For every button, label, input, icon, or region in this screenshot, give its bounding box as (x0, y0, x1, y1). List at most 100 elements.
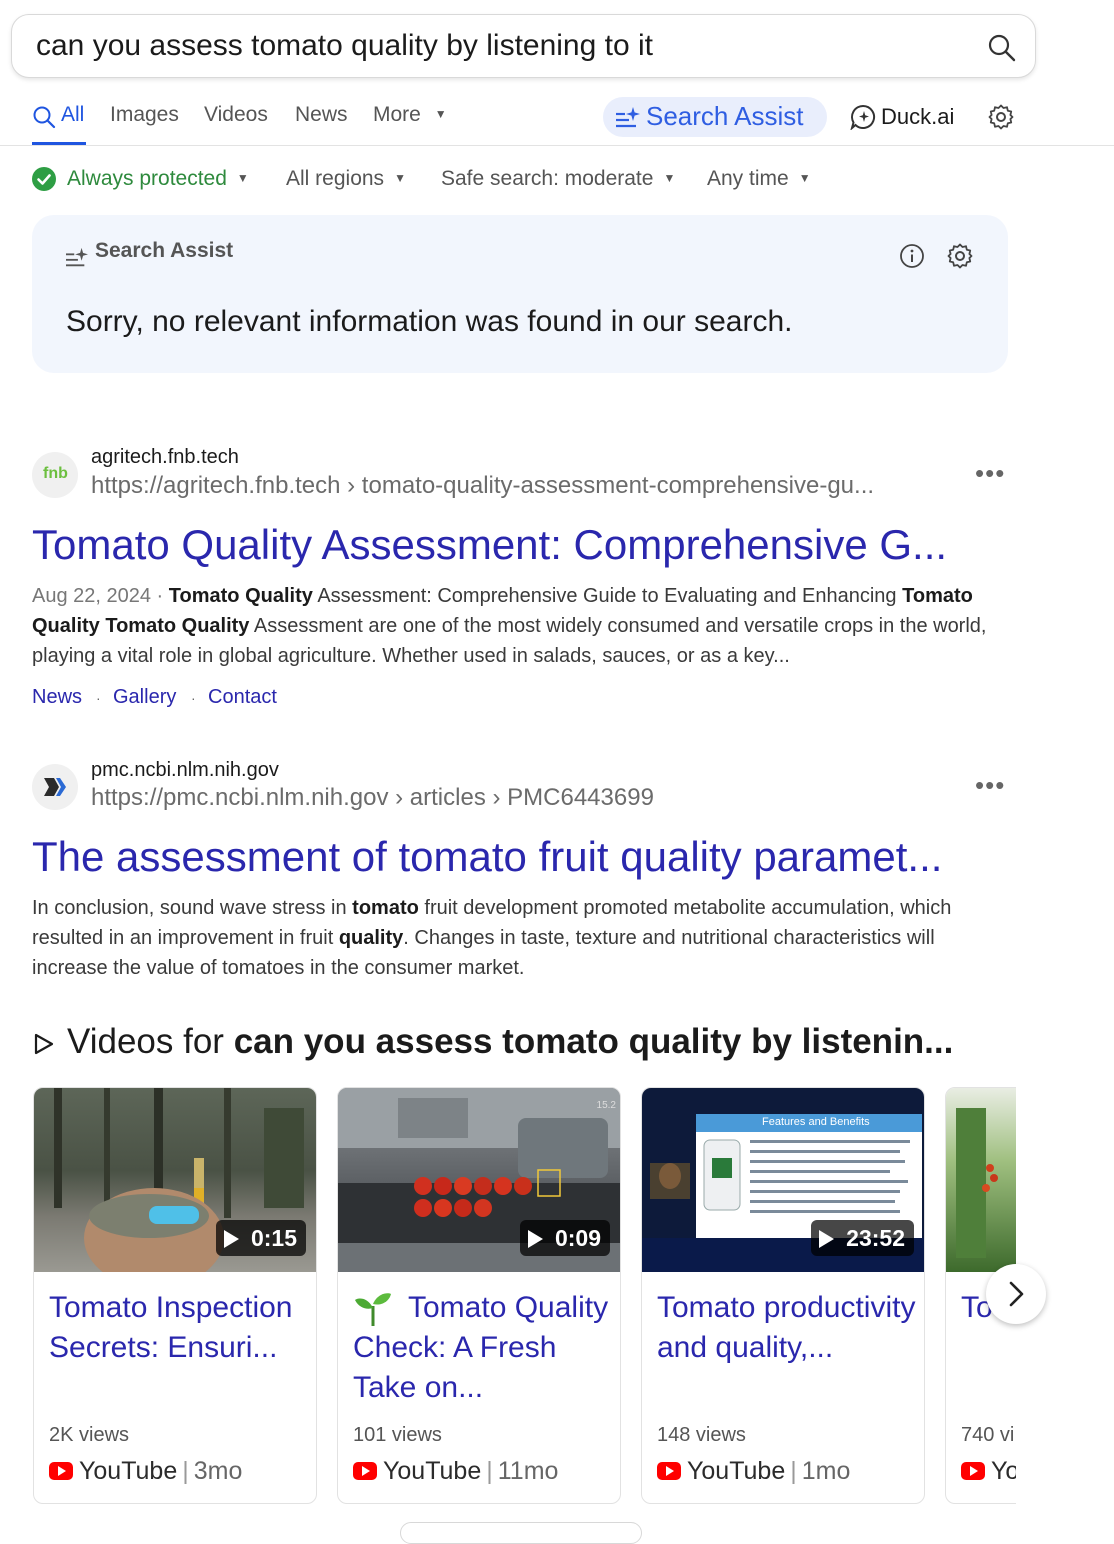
chevron-right-icon (1009, 1281, 1024, 1307)
source-separator: | (486, 1457, 493, 1485)
video-card[interactable]: 0:15 Tomato Inspection Secrets: Ensuri..… (33, 1087, 317, 1504)
search-assist-button[interactable]: Search Assist (603, 97, 827, 137)
play-outline-icon (32, 1031, 56, 1062)
videos-heading-query: can you assess tomato quality by listeni… (233, 1022, 954, 1061)
result-date: Aug 22, 2024 (32, 585, 151, 607)
tab-images[interactable]: Images (110, 103, 179, 127)
video-views: 740 vi (961, 1424, 1015, 1446)
video-title[interactable]: Tomato Quality Check: A Fresh Take on... (353, 1288, 613, 1408)
play-icon (527, 1230, 543, 1248)
search-icon[interactable] (987, 33, 1017, 63)
youtube-icon (961, 1462, 985, 1480)
video-duration: 23:52 (846, 1225, 905, 1251)
filter-regions[interactable]: All regions ▼ (286, 167, 406, 191)
snippet-bold: quality (338, 927, 404, 949)
video-card[interactable]: 15.2 0:09 Tomato Quality Check: A Fresh … (337, 1087, 621, 1504)
snippet-bold: tomato (352, 897, 419, 919)
filter-safe-search-label: Safe search: moderate (441, 167, 654, 190)
check-circle-icon (32, 167, 56, 196)
tab-news[interactable]: News (295, 103, 348, 127)
carousel-next-button[interactable] (986, 1264, 1046, 1324)
videos-heading-prefix: Videos for (67, 1022, 234, 1061)
tab-more-label: More (373, 103, 421, 126)
caret-down-icon: ▼ (236, 171, 249, 185)
filter-time[interactable]: Any time ▼ (707, 167, 811, 191)
duration-badge: 0:15 (215, 1220, 306, 1256)
video-title[interactable]: Tomato productivity and quality,... (657, 1288, 917, 1368)
result-url[interactable]: https://pmc.ncbi.nlm.nih.gov › articles … (91, 784, 654, 812)
youtube-icon (353, 1462, 377, 1480)
video-duration: 0:15 (250, 1225, 297, 1251)
tab-videos[interactable]: Videos (204, 103, 268, 127)
duration-badge: 23:52 (811, 1220, 914, 1256)
video-source: YouTube | 3mo (49, 1457, 242, 1486)
video-source: YouTube | 1mo (657, 1457, 850, 1486)
more-options-icon[interactable]: ••• (975, 770, 1005, 801)
videos-heading[interactable]: Videos for can you assess tomato quality… (67, 1022, 953, 1062)
caret-down-icon: ▼ (663, 171, 676, 185)
sitelink-news[interactable]: News (32, 686, 82, 709)
result-title[interactable]: Tomato Quality Assessment: Comprehensive… (32, 521, 947, 569)
video-duration: 0:09 (554, 1225, 601, 1251)
source-separator: | (790, 1457, 797, 1485)
tab-all[interactable]: All (61, 103, 84, 127)
duration-badge: 0:09 (519, 1220, 610, 1256)
settings-gear-icon[interactable] (988, 104, 1014, 135)
video-views: 2K views (49, 1424, 130, 1446)
video-card[interactable]: Features and Benefits 23:52 Tomato produ… (641, 1087, 925, 1504)
pmc-logo-icon (44, 778, 66, 796)
sitelink-contact[interactable]: Contact (208, 686, 277, 709)
video-thumbnail: 0:15 (34, 1088, 316, 1272)
sitelink-separator: · (191, 690, 196, 706)
source-separator: | (182, 1457, 189, 1485)
fnb-logo: fnb (43, 465, 68, 482)
nav-divider (0, 145, 1114, 146)
filter-time-label: Any time (707, 167, 789, 190)
video-source-name: YouTube (383, 1457, 482, 1485)
sparkle-list-icon (65, 247, 89, 274)
more-options-icon[interactable]: ••• (975, 458, 1005, 489)
youtube-icon (657, 1462, 681, 1480)
thumbnail-overlay-text: 15.2 (596, 1100, 616, 1111)
caret-down-icon: ▼ (798, 171, 811, 185)
snippet-bold: Tomato Quality (168, 585, 313, 607)
duck-ai-link[interactable]: Duck.ai (881, 104, 954, 130)
result-domain[interactable]: pmc.ncbi.nlm.nih.gov (91, 759, 279, 782)
settings-gear-icon[interactable] (947, 243, 973, 274)
sitelink-separator: · (96, 690, 101, 706)
play-icon (819, 1230, 835, 1248)
more-videos-button[interactable] (400, 1522, 642, 1544)
filter-regions-label: All regions (286, 167, 385, 190)
video-age: 1mo (801, 1457, 851, 1485)
video-thumbnail (946, 1088, 1016, 1272)
filter-protected-label: Always protected (67, 167, 227, 190)
video-views: 101 views (353, 1424, 442, 1446)
video-age: 11mo (497, 1457, 559, 1485)
result-favicon[interactable]: fnb (32, 452, 78, 498)
result-favicon[interactable] (32, 764, 78, 810)
tab-more[interactable]: More ▼ (373, 103, 447, 127)
video-source: YouTube | 11mo (353, 1457, 558, 1486)
search-input[interactable]: can you assess tomato quality by listeni… (36, 29, 653, 63)
video-title[interactable]: Tomato Inspection Secrets: Ensuri... (49, 1288, 309, 1368)
youtube-icon (49, 1462, 73, 1480)
info-icon[interactable] (899, 243, 925, 274)
result-domain[interactable]: agritech.fnb.tech (91, 446, 239, 469)
filter-protected[interactable]: Always protected ▼ (67, 167, 249, 191)
video-source-name: Yo (991, 1457, 1016, 1485)
search-small-icon (32, 105, 56, 134)
search-assist-label: Search Assist (646, 101, 804, 131)
sitelink-gallery[interactable]: Gallery (113, 686, 176, 709)
search-assist-title: Search Assist (95, 239, 234, 262)
video-age: 3mo (193, 1457, 243, 1485)
result-title[interactable]: The assessment of tomato fruit quality p… (32, 833, 942, 881)
video-thumbnail: Features and Benefits 23:52 (642, 1088, 924, 1272)
filter-safe-search[interactable]: Safe search: moderate ▼ (441, 167, 675, 191)
video-carousel: 0:15 Tomato Inspection Secrets: Ensuri..… (0, 1080, 1016, 1520)
video-title-text: Tomato Quality Check: A Fresh Take on... (353, 1291, 609, 1404)
video-views: 148 views (657, 1424, 746, 1446)
duck-ai-icon (850, 104, 876, 135)
search-bar[interactable]: can you assess tomato quality by listeni… (11, 14, 1036, 78)
video-thumbnail: 15.2 0:09 (338, 1088, 620, 1272)
result-url[interactable]: https://agritech.fnb.tech › tomato-quali… (91, 472, 874, 500)
